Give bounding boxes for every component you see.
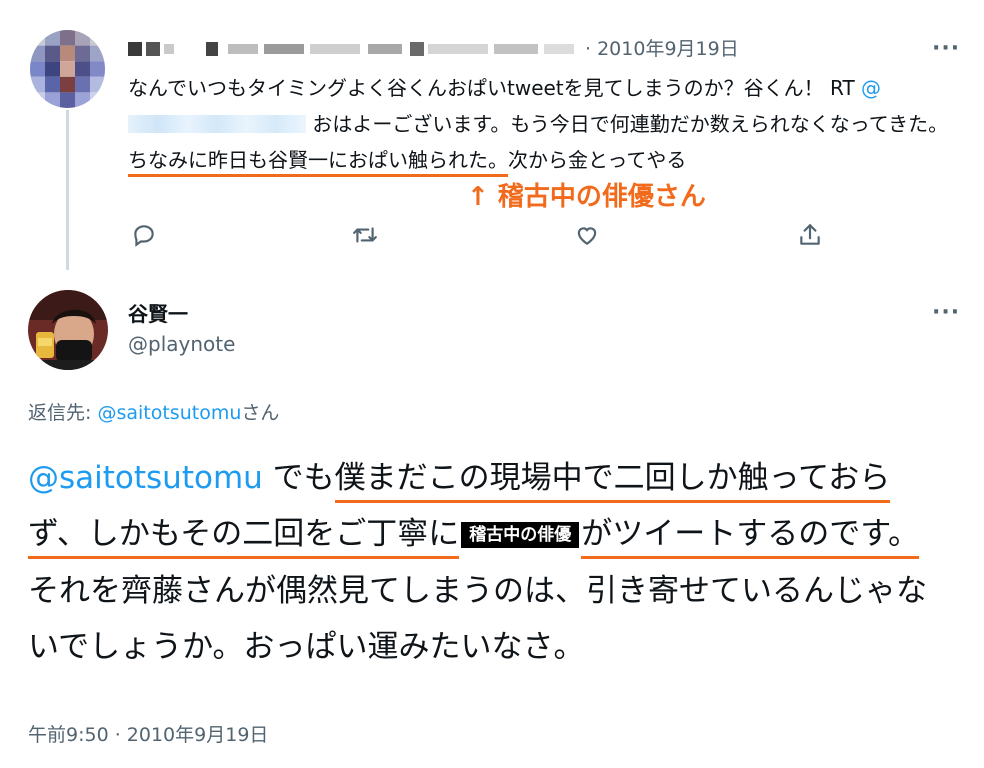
reply-icon[interactable] xyxy=(131,222,159,250)
quoted-text-part3: 次から金とってやる xyxy=(508,148,687,172)
quoted-tweet-text: なんでいつもタイミングよく谷くんおぱいtweetを見てしまうのか？谷くん！ RT… xyxy=(128,70,958,178)
author-handle[interactable]: @playnote xyxy=(128,332,235,356)
reply-seg3: それを齊藤さんが偶然見てしまうのは、引き寄せているんじゃないでしょうか。おっぱい… xyxy=(28,573,927,665)
more-dots-icon[interactable]: ··· xyxy=(932,36,960,61)
author-name[interactable]: 谷賢一 xyxy=(128,298,188,327)
share-icon[interactable] xyxy=(797,222,825,250)
reply-mention-link[interactable]: @saitotsutomu xyxy=(28,460,263,496)
reply-to-suffix: さん xyxy=(241,402,280,424)
reply-timestamp[interactable]: 午前9:50 · 2010年9月19日 xyxy=(28,720,268,747)
mention-at: @ xyxy=(861,76,882,100)
date-separator: · xyxy=(585,38,592,60)
quoted-text-part1: なんでいつもタイミングよく谷くんおぱいtweetを見てしまうのか？谷くん！ RT xyxy=(128,76,862,100)
reply-highlight-2: がツイートするのです。 xyxy=(581,516,920,559)
quoted-author-name-blurred[interactable] xyxy=(128,40,583,58)
more-dots-icon[interactable]: ··· xyxy=(932,300,960,325)
reply-to-line: 返信先: @saitotsutomuさん xyxy=(28,398,279,425)
reply-to-label: 返信先: xyxy=(28,402,98,424)
quoted-highlight-sentence: ちなみに昨日も谷賢一におぱい触られた。 xyxy=(128,148,508,177)
thread-connector-line xyxy=(66,110,69,270)
retweet-icon[interactable] xyxy=(352,222,380,250)
annotation-label: ↑ 稽古中の俳優さん xyxy=(467,182,706,212)
reply-seg1: でも xyxy=(262,460,335,496)
quoted-tweet-date[interactable]: · 2010年9月19日 xyxy=(585,34,739,61)
actor-label-box: 稽古中の俳優 xyxy=(461,522,580,548)
like-icon[interactable] xyxy=(574,222,602,250)
blurred-mention xyxy=(128,115,306,133)
quoted-text-part2: おはよーございます。もう今日で何連勤だか数えられなくなってきた。 xyxy=(306,112,949,136)
reply-tweet-text: @saitotsutomu でも僕まだこの現場中で二回しか触っておらず、しかもそ… xyxy=(28,450,948,675)
quoted-author-avatar-pixelated[interactable] xyxy=(30,30,105,108)
date-text: 2010年9月19日 xyxy=(597,38,739,60)
reply-to-handle-link[interactable]: @saitotsutomu xyxy=(97,402,241,424)
author-avatar[interactable] xyxy=(28,290,108,370)
